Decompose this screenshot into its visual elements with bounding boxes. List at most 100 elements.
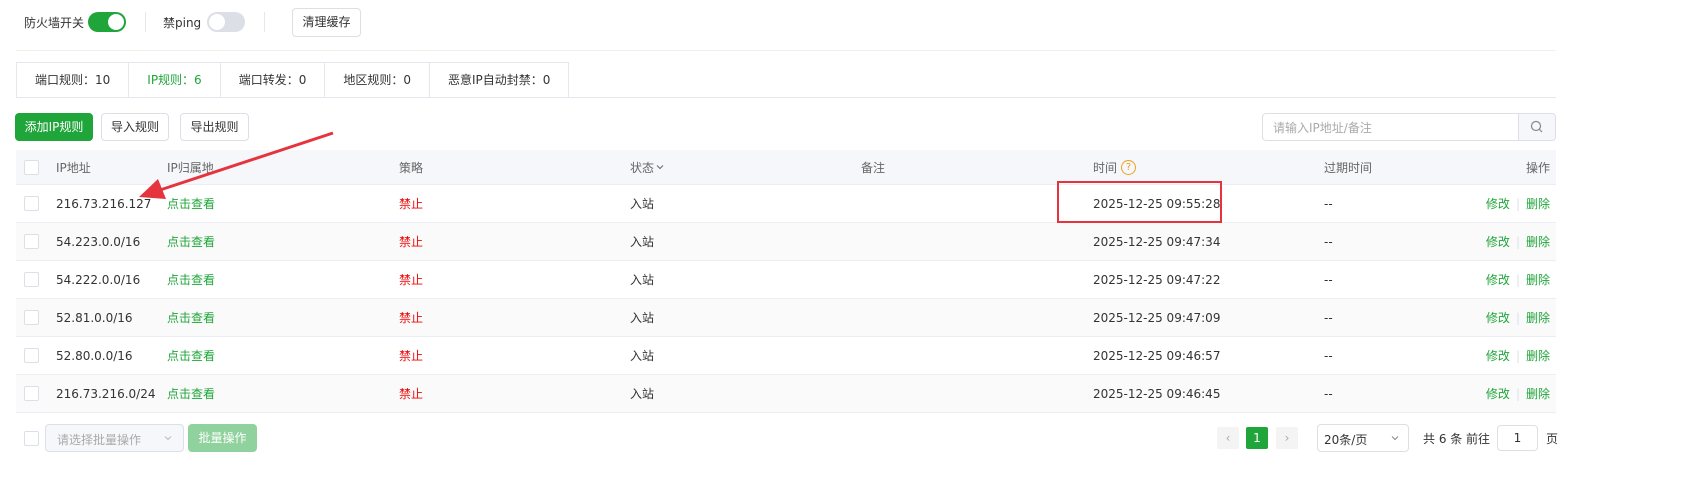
row-checkbox[interactable] [24,272,39,287]
view-location-link[interactable]: 点击查看 [167,375,215,412]
ops-separator: | [1515,272,1520,287]
delete-link[interactable]: 删除 [1526,347,1550,364]
ops-separator: | [1515,310,1520,325]
view-location-link[interactable]: 点击查看 [167,337,215,374]
cell-ops: 修改 | 删除 [1486,375,1550,412]
cell-time: 2025-12-25 09:47:09 [1093,310,1221,325]
total-count: 共 6 条 [1423,432,1463,446]
cell-expire: -- [1324,348,1333,363]
header-policy: 策略 [399,160,424,175]
view-location-link[interactable]: 点击查看 [167,261,215,298]
cell-policy: 禁止 [399,197,424,211]
cell-time: 2025-12-25 09:47:22 [1093,272,1221,287]
edit-link[interactable]: 修改 [1486,385,1510,402]
row-checkbox[interactable] [24,386,39,401]
clear-cache-button[interactable]: 清理缓存 [292,8,361,37]
ops-separator: | [1515,348,1520,363]
delete-link[interactable]: 删除 [1526,195,1550,212]
table-header: IP地址 IP归属地 策略 状态 备注 时间 ? 过期时间 操作 [16,150,1556,185]
row-checkbox[interactable] [24,234,39,249]
cell-ip: 216.73.216.127 [56,196,152,211]
tab-malicious-ip-ban[interactable]: 恶意IP自动封禁：0 [429,63,569,98]
cell-expire: -- [1324,196,1333,211]
header-status[interactable]: 状态 [630,150,665,184]
batch-operation-select[interactable]: 请选择批量操作 [45,424,184,452]
delete-link[interactable]: 删除 [1526,233,1550,250]
cell-status: 入站 [630,311,655,325]
cell-ip: 52.81.0.0/16 [56,310,133,325]
rule-tabs: 端口规则：10 IP规则：6 端口转发：0 地区规则：0 恶意IP自动封禁：0 [16,62,570,98]
cell-expire: -- [1324,386,1333,401]
divider [264,12,265,32]
edit-link[interactable]: 修改 [1486,195,1510,212]
firewall-switch-label: 防火墙开关 [24,16,85,30]
delete-link[interactable]: 删除 [1526,385,1550,402]
edit-link[interactable]: 修改 [1486,347,1510,364]
tab-ip-rules[interactable]: IP规则：6 [129,63,221,98]
row-checkbox[interactable] [24,310,39,325]
ops-separator: | [1515,386,1520,401]
cell-ops: 修改 | 删除 [1486,223,1550,260]
chevron-down-icon [164,436,172,441]
cell-status: 入站 [630,273,655,287]
search-input[interactable] [1271,118,1515,138]
batch-operation-button[interactable]: 批量操作 [188,424,257,452]
header-ops: 操作 [1525,160,1550,175]
edit-link[interactable]: 修改 [1486,309,1510,326]
cell-policy: 禁止 [399,273,424,287]
header-time-label: 时间 [1093,160,1118,175]
prev-page-button[interactable]: ‹ [1217,427,1239,449]
ops-separator: | [1515,196,1520,211]
goto-page-input[interactable]: 1 [1497,425,1538,451]
table-row: 54.222.0.0/16 点击查看 禁止 入站 2025-12-25 09:47:22… [16,261,1556,299]
table-row: 216.73.216.0/24 点击查看 禁止 入站 2025-12-25 09:46:… [16,375,1556,413]
delete-link[interactable]: 删除 [1526,309,1550,326]
cell-ops: 修改 | 删除 [1486,261,1550,298]
table-row: 54.223.0.0/16 点击查看 禁止 入站 2025-12-25 09:47:34… [16,223,1556,261]
select-all-checkbox[interactable] [24,160,39,175]
import-rules-button[interactable]: 导入规则 [101,113,169,141]
next-page-button[interactable]: › [1276,427,1298,449]
cell-policy: 禁止 [399,235,424,249]
goto-label: 前往 [1466,432,1491,446]
cell-expire: -- [1324,272,1333,287]
view-location-link[interactable]: 点击查看 [167,299,215,336]
row-checkbox[interactable] [24,348,39,363]
help-icon[interactable]: ? [1121,159,1137,175]
top-divider [16,50,1556,51]
delete-link[interactable]: 删除 [1526,271,1550,288]
tab-underline [16,97,1556,98]
header-status-label: 状态 [630,160,655,175]
view-location-link[interactable]: 点击查看 [167,223,215,260]
header-remark: 备注 [861,160,886,175]
ops-separator: | [1515,234,1520,249]
cell-policy: 禁止 [399,387,424,401]
edit-link[interactable]: 修改 [1486,233,1510,250]
page-size-select[interactable]: 20条/页 [1317,424,1409,452]
batch-operation-placeholder: 请选择批量操作 [57,433,142,447]
table-row: 52.80.0.0/16 点击查看 禁止 入站 2025-12-25 09:46:57 -… [16,337,1556,375]
highlight-box [1057,181,1222,223]
cell-ip: 216.73.216.0/24 [56,386,156,401]
divider [145,12,146,32]
add-ip-rule-button[interactable]: 添加IP规则 [15,113,93,141]
cell-policy: 禁止 [399,349,424,363]
export-rules-button[interactable]: 导出规则 [180,113,249,141]
ban-ping-toggle[interactable] [207,12,245,32]
firewall-toggle[interactable] [88,12,126,32]
tab-port-forward[interactable]: 端口转发：0 [220,63,326,98]
page-button-current[interactable]: 1 [1246,427,1268,449]
edit-link[interactable]: 修改 [1486,271,1510,288]
cell-expire: -- [1324,234,1333,249]
view-location-link[interactable]: 点击查看 [167,185,215,222]
footer-select-all-checkbox[interactable] [24,431,39,446]
cell-policy: 禁止 [399,311,424,325]
search-button[interactable] [1518,114,1555,140]
chevron-down-icon [1391,436,1399,441]
cell-expire: -- [1324,310,1333,325]
tab-region-rules[interactable]: 地区规则：0 [325,63,430,98]
row-checkbox[interactable] [24,196,39,211]
cell-ops: 修改 | 删除 [1486,337,1550,374]
tab-port-rules[interactable]: 端口规则：10 [17,63,130,98]
table-row: 52.81.0.0/16 点击查看 禁止 入站 2025-12-25 09:47:09 -… [16,299,1556,337]
